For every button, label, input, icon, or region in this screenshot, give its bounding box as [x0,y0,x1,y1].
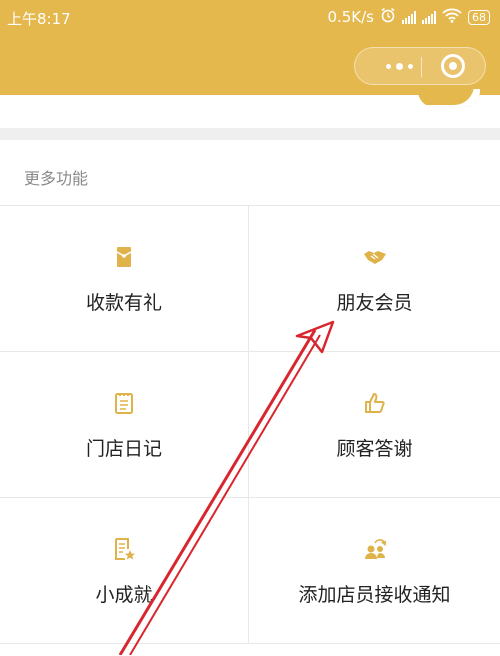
annotation-arrow [118,320,335,655]
